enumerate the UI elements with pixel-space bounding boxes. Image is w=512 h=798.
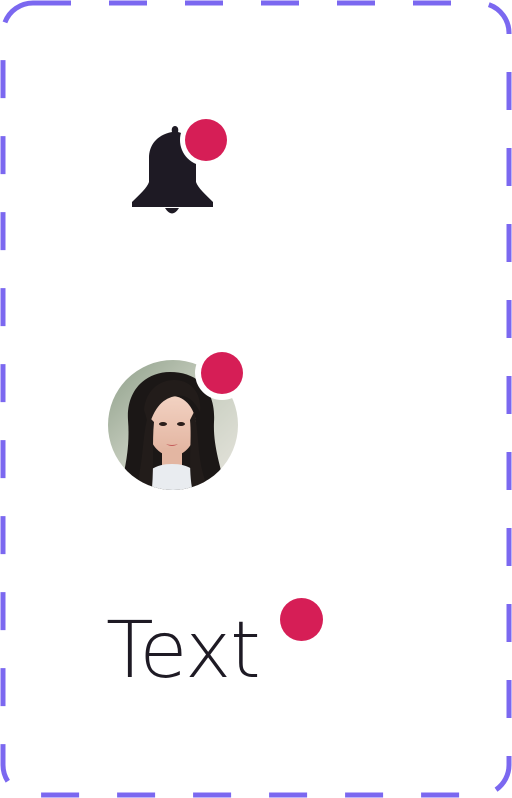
bell-icon xyxy=(132,114,232,214)
avatar-badge-example[interactable] xyxy=(106,345,251,495)
notification-dot xyxy=(280,598,323,641)
notification-dot xyxy=(201,352,243,394)
notification-dot xyxy=(185,119,227,161)
text-badge-example[interactable]: Text xyxy=(106,592,336,712)
text-label: Text xyxy=(106,606,261,696)
badge-ring xyxy=(195,346,249,400)
bell-badge-example[interactable] xyxy=(126,112,236,222)
